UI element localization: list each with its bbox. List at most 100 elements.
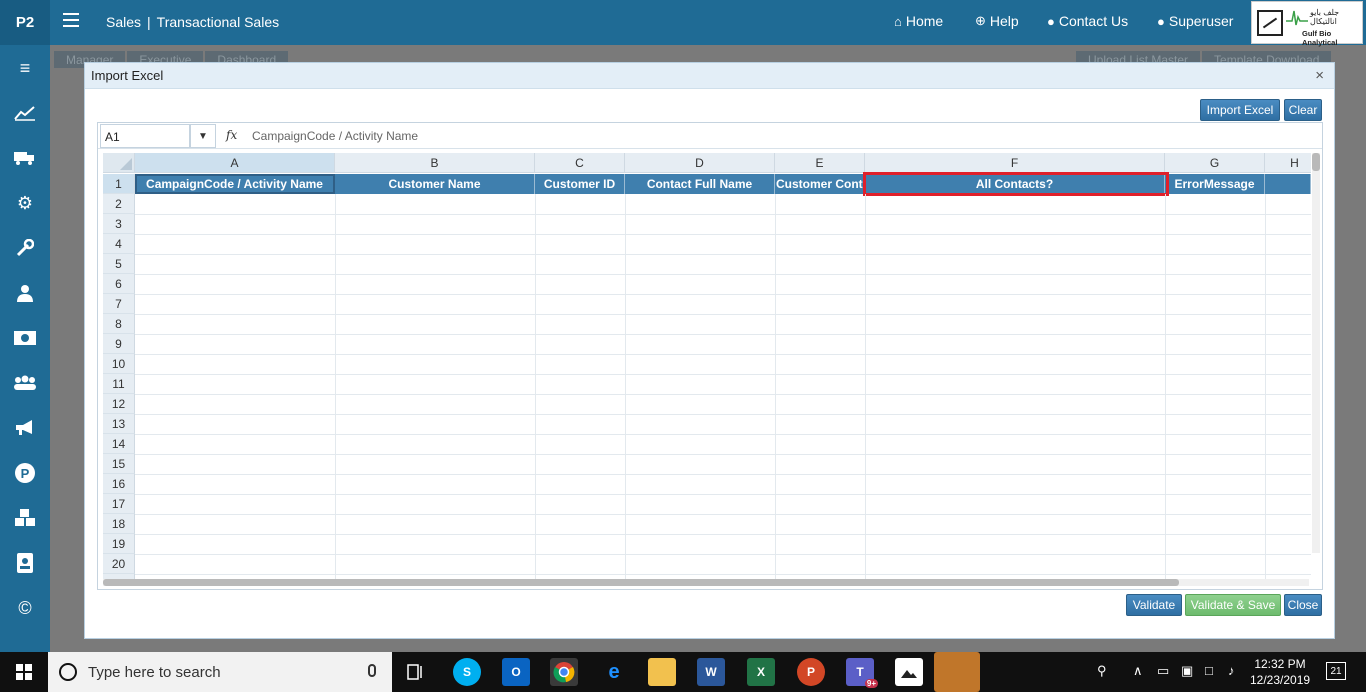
breadcrumb: Sales | Transactional Sales xyxy=(106,14,280,30)
row-header[interactable]: 17 xyxy=(103,494,135,514)
close-button[interactable]: Close xyxy=(1284,594,1322,616)
row-header[interactable]: 1 xyxy=(103,174,135,194)
task-view-icon[interactable] xyxy=(402,658,430,686)
microphone-icon[interactable] xyxy=(368,664,376,677)
users-icon[interactable] xyxy=(0,368,50,398)
megaphone-icon[interactable] xyxy=(0,413,50,443)
close-icon[interactable]: × xyxy=(1315,67,1324,84)
cell-a1[interactable]: CampaignCode / Activity Name xyxy=(135,174,335,194)
row-header[interactable]: 16 xyxy=(103,474,135,494)
vertical-scrollbar[interactable] xyxy=(1312,153,1320,553)
brand-logo[interactable]: P2 xyxy=(0,0,50,45)
volume-icon[interactable]: ♪ xyxy=(1228,663,1235,678)
validate-save-button[interactable]: Validate & Save xyxy=(1185,594,1281,616)
cell-e1[interactable]: Customer Cont xyxy=(775,174,865,194)
column-header-c[interactable]: C xyxy=(535,153,625,173)
validate-button[interactable]: Validate xyxy=(1126,594,1182,616)
row-header[interactable]: 8 xyxy=(103,314,135,334)
column-header-a[interactable]: A xyxy=(135,153,335,173)
truck-icon[interactable] xyxy=(0,143,50,173)
nav-contact[interactable]: ● Contact Us xyxy=(1047,13,1128,29)
row-header[interactable]: 4 xyxy=(103,234,135,254)
cell-h1[interactable] xyxy=(1265,174,1311,194)
cell-d1[interactable]: Contact Full Name xyxy=(625,174,775,194)
horizontal-scrollbar[interactable] xyxy=(103,579,1309,586)
cell-g1[interactable]: ErrorMessage xyxy=(1165,174,1265,194)
breadcrumb-sales[interactable]: Sales xyxy=(106,14,141,30)
chevron-up-icon[interactable]: ∧ xyxy=(1133,663,1143,679)
cubes-icon[interactable] xyxy=(0,503,50,533)
network-icon[interactable]: □ xyxy=(1205,663,1213,678)
column-header-f[interactable]: F xyxy=(865,153,1165,173)
row-header[interactable]: 19 xyxy=(103,534,135,554)
nav-user[interactable]: ● Superuser xyxy=(1157,13,1233,29)
row-header[interactable]: 12 xyxy=(103,394,135,414)
gear-icon[interactable]: ⚙ xyxy=(0,188,50,218)
menu-icon[interactable] xyxy=(63,13,79,27)
column-header-e[interactable]: E xyxy=(775,153,865,173)
notifications-icon[interactable]: 21 xyxy=(1326,662,1346,680)
database-icon[interactable]: ≡ xyxy=(0,53,50,83)
column-header-h[interactable]: H xyxy=(1265,153,1311,173)
column-header-b[interactable]: B xyxy=(335,153,535,173)
row-header[interactable]: 20 xyxy=(103,554,135,574)
powerpoint-icon[interactable]: P xyxy=(797,658,825,686)
chevron-down-icon[interactable]: ▼ xyxy=(190,124,216,148)
column-header-g[interactable]: G xyxy=(1165,153,1265,173)
windows-start-icon[interactable] xyxy=(0,652,48,692)
scroll-thumb[interactable] xyxy=(103,579,1179,586)
row-header[interactable]: 7 xyxy=(103,294,135,314)
grid-line xyxy=(135,354,1311,355)
breadcrumb-transactional-sales[interactable]: Transactional Sales xyxy=(157,14,279,30)
row-header[interactable]: 11 xyxy=(103,374,135,394)
logo-arabic-text: جلف بايو انالتيكال xyxy=(1310,8,1340,26)
user-profile-icon[interactable] xyxy=(0,278,50,308)
sheet-grid[interactable]: A B C D E F G H CampaignCode / Activity … xyxy=(103,153,1311,581)
row-header[interactable]: 6 xyxy=(103,274,135,294)
row-header[interactable]: 5 xyxy=(103,254,135,274)
money-icon[interactable] xyxy=(0,323,50,353)
scroll-thumb[interactable] xyxy=(1312,153,1320,171)
row-header[interactable]: 2 xyxy=(103,194,135,214)
row-header[interactable]: 9 xyxy=(103,334,135,354)
row-header[interactable]: 14 xyxy=(103,434,135,454)
p-circle-icon[interactable]: P xyxy=(0,458,50,488)
security-icon[interactable]: ▣ xyxy=(1181,663,1193,679)
battery-icon[interactable]: ▭ xyxy=(1157,663,1169,679)
cell-reference-box[interactable]: A1 xyxy=(100,124,190,148)
column-header-d[interactable]: D xyxy=(625,153,775,173)
formula-input[interactable]: CampaignCode / Activity Name xyxy=(252,129,418,143)
row-header[interactable]: 18 xyxy=(103,514,135,534)
file-explorer-icon[interactable] xyxy=(648,658,676,686)
clear-button[interactable]: Clear xyxy=(1284,99,1322,121)
row-header[interactable]: 3 xyxy=(103,214,135,234)
system-clock[interactable]: 12:32 PM 12/23/2019 xyxy=(1250,656,1310,688)
app-tools-icon[interactable] xyxy=(934,652,980,692)
row-header[interactable]: 13 xyxy=(103,414,135,434)
excel-icon[interactable]: X xyxy=(747,658,775,686)
chrome-icon[interactable] xyxy=(550,658,578,686)
teams-icon[interactable]: T 9+ xyxy=(846,658,878,688)
people-icon[interactable]: ⚲ xyxy=(1097,663,1107,679)
cortana-icon xyxy=(59,663,77,681)
search-placeholder: Type here to search xyxy=(88,664,221,681)
edge-icon[interactable]: e xyxy=(600,658,628,686)
contact-card-icon[interactable] xyxy=(0,548,50,578)
cell-b1[interactable]: Customer Name xyxy=(335,174,535,194)
skype-icon[interactable]: S xyxy=(453,658,481,686)
chart-line-icon[interactable] xyxy=(0,98,50,128)
grid-line xyxy=(135,554,1311,555)
wrench-icon[interactable] xyxy=(0,233,50,263)
copyright-icon[interactable]: © xyxy=(0,593,50,623)
taskbar-search[interactable]: Type here to search xyxy=(48,652,392,692)
row-header[interactable]: 15 xyxy=(103,454,135,474)
select-all-corner[interactable] xyxy=(103,153,135,173)
nav-help[interactable]: ⊕ Help xyxy=(975,13,1019,29)
photos-icon[interactable] xyxy=(895,658,923,686)
outlook-icon[interactable]: O xyxy=(502,658,530,686)
row-header[interactable]: 10 xyxy=(103,354,135,374)
import-excel-button[interactable]: Import Excel xyxy=(1200,99,1280,121)
nav-home[interactable]: ⌂ Home xyxy=(894,13,943,29)
cell-c1[interactable]: Customer ID xyxy=(535,174,625,194)
word-icon[interactable]: W xyxy=(697,658,725,686)
